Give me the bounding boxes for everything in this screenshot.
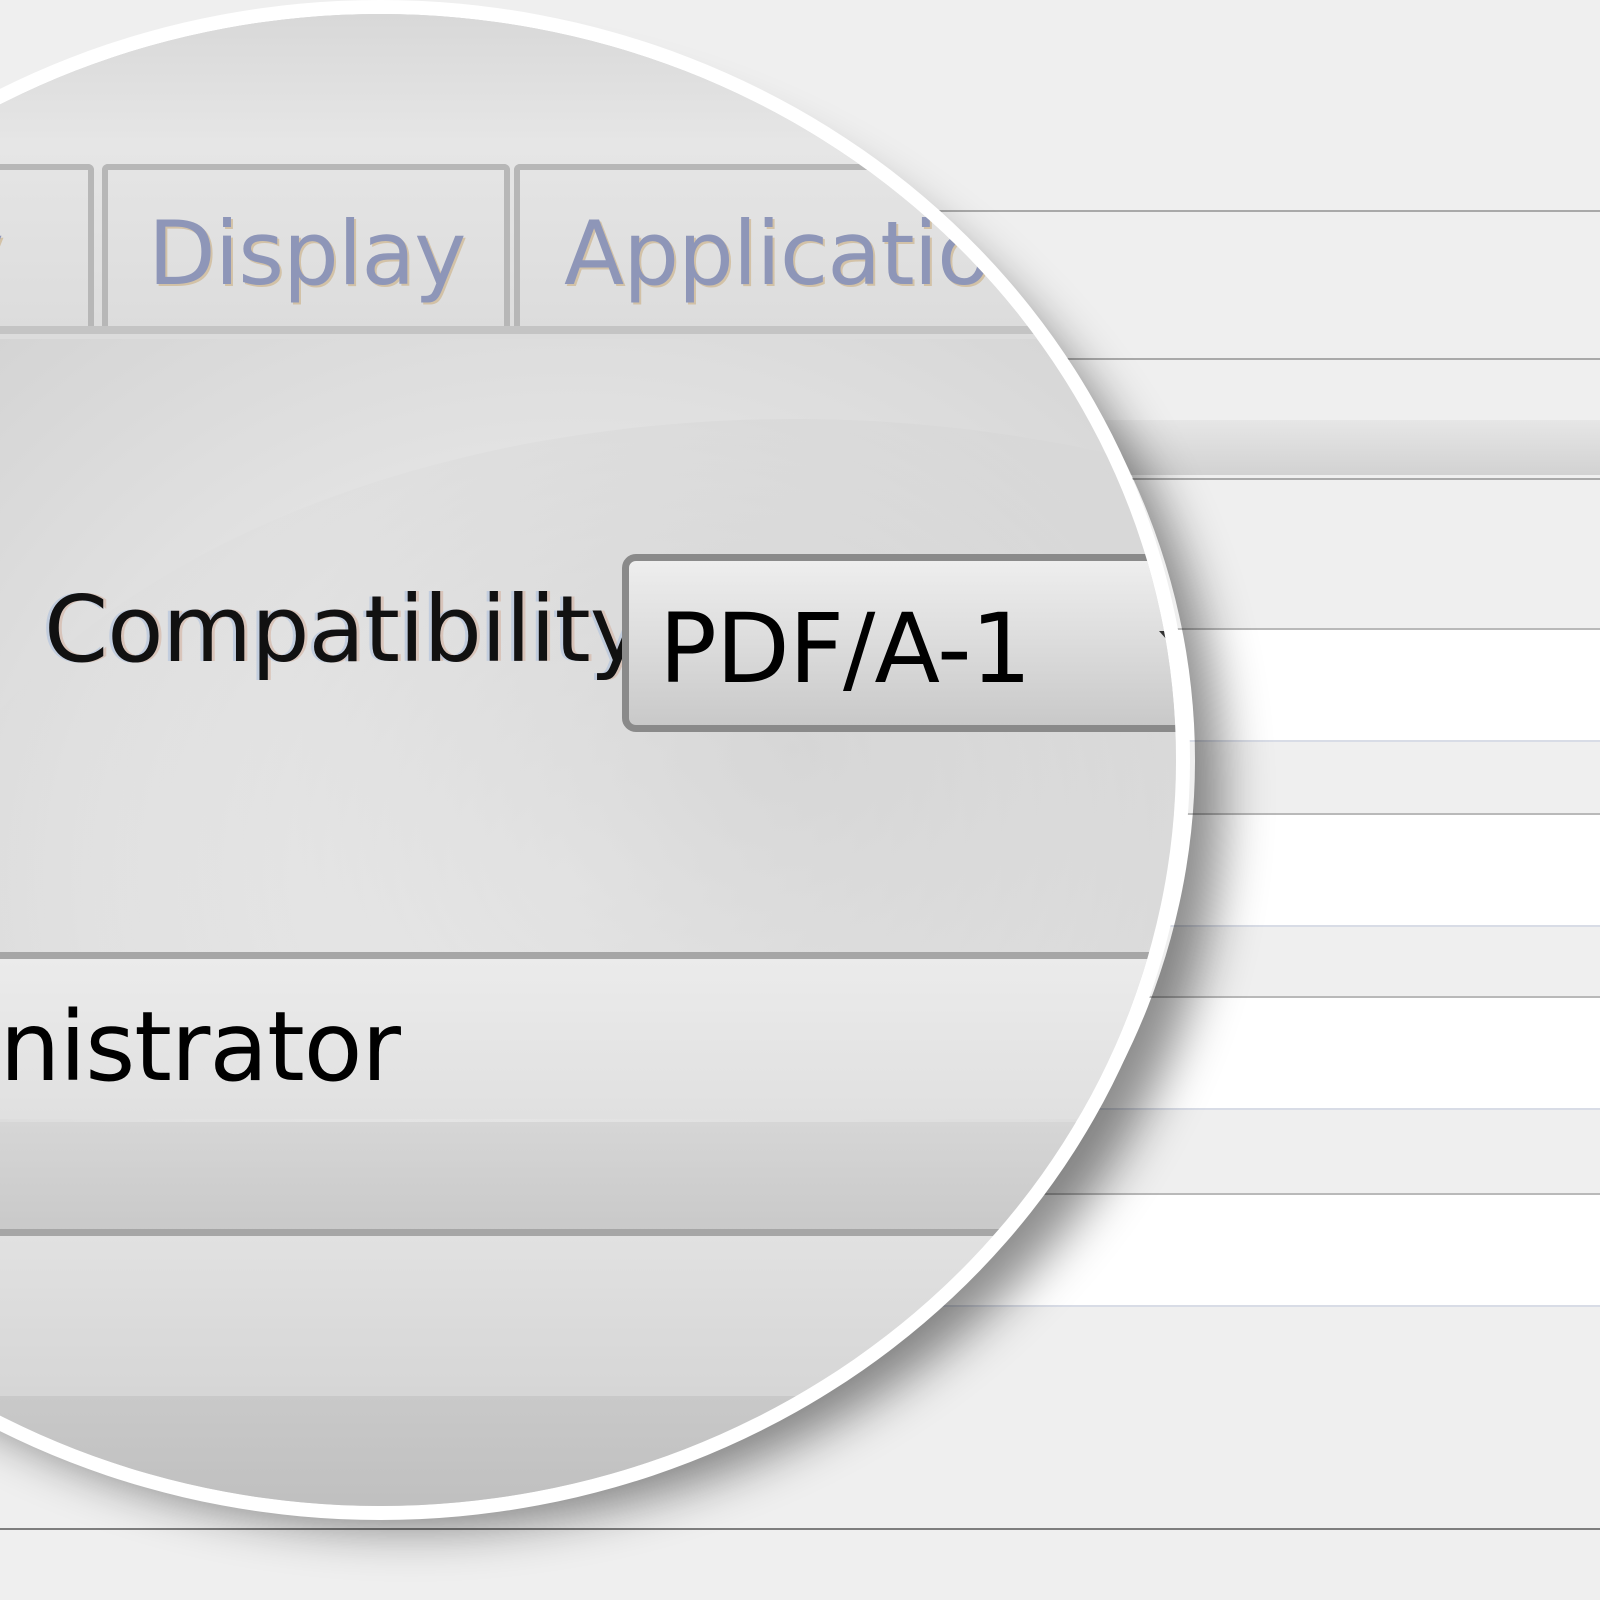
tab-application[interactable]: Applicatio [514, 164, 1154, 332]
compatibility-select-value: PDF/A-1 [659, 593, 1032, 705]
magnifier-lens: y Display Applicatio Compatibility PDF/A… [0, 0, 1190, 1520]
compatibility-select[interactable]: PDF/A-1 [622, 554, 1176, 732]
bg-divider [0, 1528, 1600, 1530]
tab-security[interactable]: y [0, 164, 94, 332]
row-divider [0, 952, 1176, 959]
empty-row [0, 1396, 1176, 1506]
compatibility-label: Compatibility [44, 576, 644, 683]
tab-label: y [0, 210, 4, 298]
magnified-area: y Display Applicatio Compatibility PDF/A… [0, 14, 1176, 1506]
row-divider [0, 1229, 1176, 1236]
screenshot-canvas: y Display Applicatio Compatibility PDF/A… [0, 0, 1600, 1600]
row-separator-band [0, 1122, 1176, 1232]
tab-strip-border [0, 326, 1176, 334]
tab-label: Applicatio [564, 202, 991, 305]
empty-row [0, 1236, 1176, 1396]
tab-label: Display [148, 202, 466, 305]
tab-display[interactable]: Display [102, 164, 510, 332]
author-value: inistrator [0, 991, 401, 1103]
